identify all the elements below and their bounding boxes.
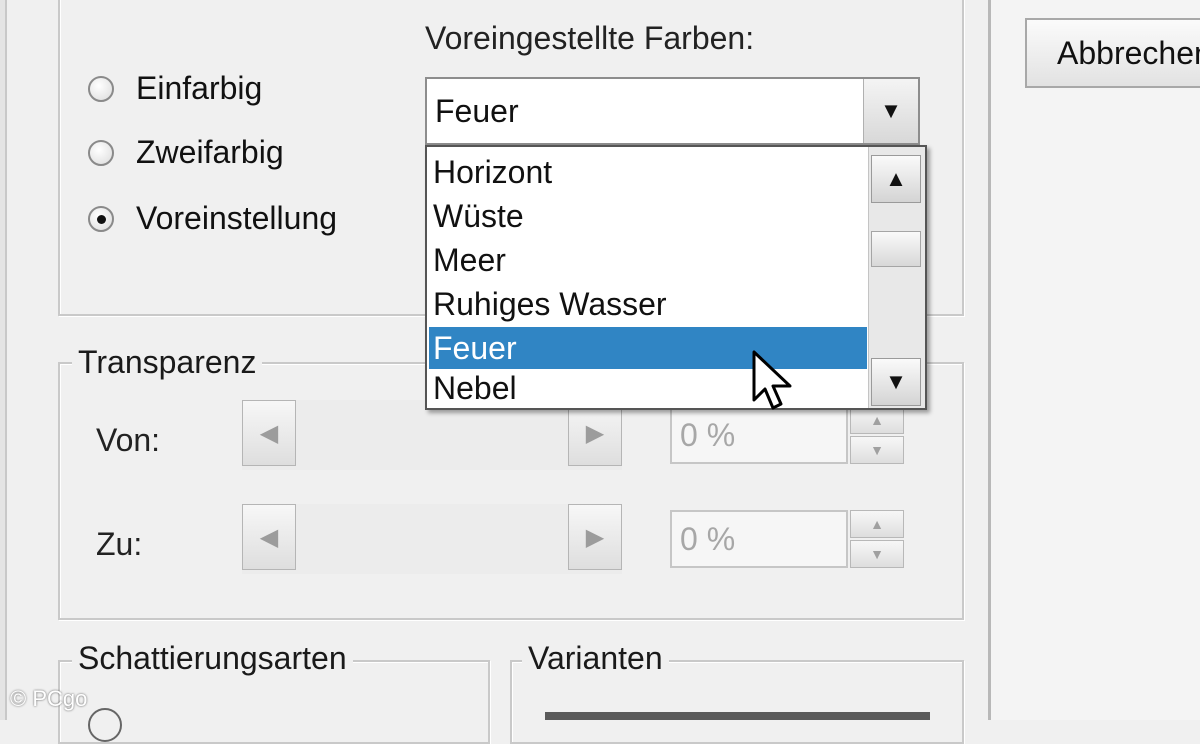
to-label: Zu: — [96, 526, 143, 562]
cancel-button[interactable]: Abbrechen — [1025, 18, 1200, 88]
from-slider-left[interactable]: ◀ — [242, 400, 296, 466]
preset-colors-dropdown-list[interactable]: Horizont Wüste Meer Ruhiges Wasser Feuer… — [425, 145, 927, 410]
radio-button[interactable] — [88, 75, 114, 102]
shading-radio-button[interactable] — [88, 708, 122, 742]
transparency-title: Transparenz — [72, 344, 263, 380]
triangle-down-icon: ▼ — [870, 546, 884, 562]
from-value-input[interactable]: 0 % — [670, 406, 848, 464]
radio-two-colors[interactable]: Zweifarbig — [88, 134, 284, 171]
list-item[interactable]: Horizont — [429, 151, 867, 193]
to-spinner[interactable]: ▲ ▼ — [850, 510, 904, 568]
radio-preset[interactable]: Voreinstellung — [88, 200, 337, 237]
chevron-right-icon: ▶ — [585, 419, 605, 447]
scroll-thumb[interactable] — [871, 231, 921, 267]
combobox-dropdown-button[interactable]: ▼ — [863, 79, 918, 143]
from-slider[interactable] — [242, 400, 622, 470]
radio-button[interactable] — [88, 139, 114, 166]
to-slider-left[interactable]: ◀ — [242, 504, 296, 570]
triangle-up-icon: ▲ — [870, 412, 884, 428]
window-left-edge — [0, 0, 7, 720]
list-item[interactable]: Meer — [429, 239, 867, 281]
triangle-up-icon: ▲ — [870, 516, 884, 532]
radio-label: Zweifarbig — [136, 134, 284, 170]
to-slider-right[interactable]: ▶ — [568, 504, 622, 570]
preset-colors-combobox[interactable]: Feuer ▼ — [425, 77, 920, 145]
from-spinner[interactable]: ▲ ▼ — [850, 406, 904, 464]
list-item[interactable]: Ruhiges Wasser — [429, 283, 867, 325]
shading-styles-title: Schattierungsarten — [72, 640, 353, 676]
triangle-down-icon: ▼ — [885, 369, 907, 394]
radio-one-color[interactable]: Einfarbig — [88, 70, 262, 107]
mouse-pointer-icon — [752, 350, 792, 410]
list-item[interactable]: Wüste — [429, 195, 867, 237]
list-item[interactable]: Nebel — [429, 367, 867, 409]
preset-colors-label: Voreingestellte Farben: — [425, 20, 755, 56]
variants-title: Varianten — [522, 640, 669, 676]
chevron-right-icon: ▶ — [585, 523, 605, 551]
chevron-left-icon: ◀ — [259, 523, 279, 551]
spin-up-button[interactable]: ▲ — [850, 406, 904, 434]
from-label: Von: — [96, 422, 161, 458]
list-scrollbar[interactable]: ▲ ▼ — [868, 147, 925, 408]
chevron-down-icon: ▼ — [880, 98, 902, 123]
to-value-input[interactable]: 0 % — [670, 510, 848, 568]
spin-down-button[interactable]: ▼ — [850, 436, 904, 464]
radio-label: Einfarbig — [136, 70, 263, 106]
watermark: © PCgo — [10, 686, 88, 711]
scroll-up-button[interactable]: ▲ — [871, 155, 921, 203]
spin-down-button[interactable]: ▼ — [850, 540, 904, 568]
radio-label: Voreinstellung — [136, 200, 338, 236]
variant-preview[interactable] — [545, 712, 930, 720]
right-button-pane — [991, 0, 1200, 720]
list-item-selected[interactable]: Feuer — [429, 327, 867, 369]
scroll-down-button[interactable]: ▼ — [871, 358, 921, 406]
radio-button-checked[interactable] — [88, 205, 114, 232]
triangle-up-icon: ▲ — [885, 166, 907, 191]
chevron-left-icon: ◀ — [259, 419, 279, 447]
triangle-down-icon: ▼ — [870, 442, 884, 458]
spin-up-button[interactable]: ▲ — [850, 510, 904, 538]
to-slider[interactable] — [242, 504, 622, 574]
combobox-value: Feuer — [435, 93, 519, 129]
fill-effects-dialog: Voreingestellte Farben: Einfarbig Zweifa… — [0, 0, 990, 744]
